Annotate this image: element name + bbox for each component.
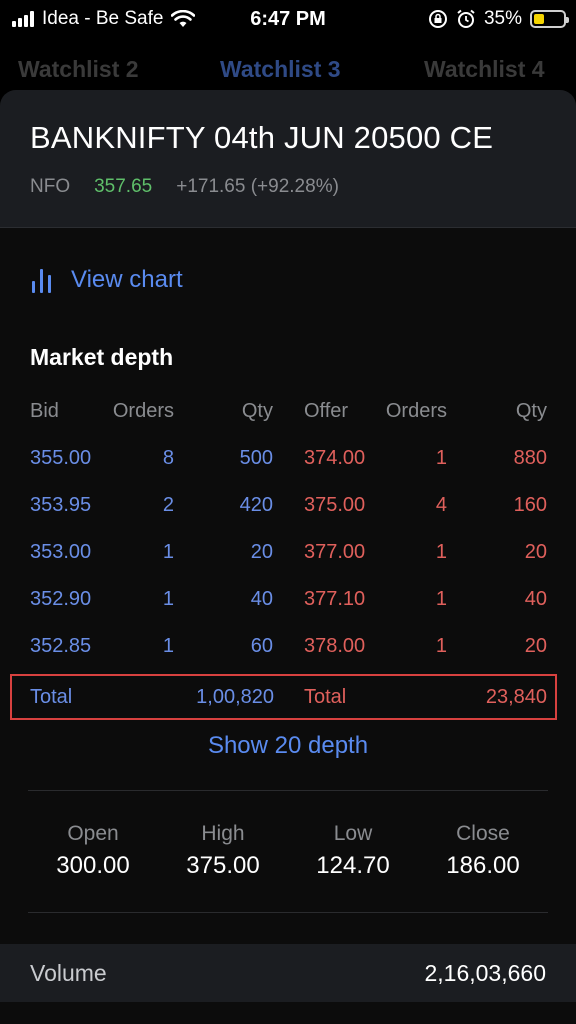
ohlc-close: Close 186.00 <box>418 822 548 880</box>
header-bid-orders: Orders <box>112 400 174 422</box>
volume-label: Volume <box>30 959 107 986</box>
total-bid-label: Total <box>30 686 73 708</box>
tab-watchlist-4[interactable]: Watchlist 4 <box>424 56 545 83</box>
exchange-label: NFO <box>30 176 71 197</box>
wifi-icon <box>171 10 196 27</box>
instrument-sheet: BANKNIFTY 04th JUN 20500 CE NFO 357.65 +… <box>0 90 576 1024</box>
ohlc-high: High 375.00 <box>158 822 288 880</box>
show-20-depth-button[interactable]: Show 20 depth <box>0 732 576 760</box>
header-offer: Offer <box>304 400 349 422</box>
open-label: Open <box>67 822 119 845</box>
bid-orders: 8 <box>162 447 174 469</box>
instrument-header: BANKNIFTY 04th JUN 20500 CE NFO 357.65 +… <box>0 90 576 228</box>
bid-qty: 20 <box>250 541 273 563</box>
bid-orders: 1 <box>162 635 174 657</box>
offer-qty: 20 <box>524 635 547 657</box>
volume-value: 2,16,03,660 <box>424 959 546 986</box>
bid-qty: 60 <box>250 635 273 657</box>
ohlc-open: Open 300.00 <box>28 822 158 880</box>
total-offer-qty: 23,840 <box>485 686 547 708</box>
app-screen: Idea - Be Safe 6:47 PM 35% Watchlist 2 W… <box>0 0 576 1024</box>
offer-price: 375.00 <box>304 494 366 516</box>
offer-qty: 880 <box>513 447 547 469</box>
alarm-icon <box>457 9 475 28</box>
total-bid-qty: 1,00,820 <box>196 686 274 708</box>
header-offer-orders: Orders <box>385 400 447 422</box>
tab-watchlist-2[interactable]: Watchlist 2 <box>18 56 139 83</box>
depth-total-row: Total 1,00,820 Total 23,840 <box>10 674 557 720</box>
bid-orders: 2 <box>162 494 174 516</box>
offer-price: 377.10 <box>304 588 366 610</box>
volume-row: Volume 2,16,03,660 <box>0 944 576 1002</box>
bid-qty: 420 <box>239 494 273 516</box>
last-price: 357.65 <box>94 176 153 197</box>
depth-row: 355.00 8 500 374.00 1 880 <box>0 437 576 484</box>
offer-price: 374.00 <box>304 447 366 469</box>
ohlc-summary: Open 300.00 High 375.00 Low 124.70 Close… <box>0 822 576 902</box>
bar-chart-icon <box>32 267 51 293</box>
status-right: 35% <box>428 8 569 30</box>
close-value: 186.00 <box>446 852 520 879</box>
bid-orders: 1 <box>162 541 174 563</box>
signal-icon <box>12 11 34 27</box>
ohlc-low: Low 124.70 <box>288 822 418 880</box>
header-bid-qty: Qty <box>241 400 273 422</box>
battery-percent: 35% <box>483 8 522 29</box>
bid-price: 352.90 <box>30 588 92 610</box>
instrument-quote: NFO 357.65 +171.65 (+92.28%) <box>30 176 339 198</box>
carrier-label: Idea - Be Safe <box>42 8 164 29</box>
bid-price: 355.00 <box>30 447 92 469</box>
bid-price: 353.95 <box>30 494 92 516</box>
status-bar: Idea - Be Safe 6:47 PM 35% <box>0 0 576 38</box>
total-offer-label: Total <box>304 686 347 708</box>
offer-qty: 20 <box>524 541 547 563</box>
offer-orders: 1 <box>435 447 447 469</box>
depth-row: 352.85 1 60 378.00 1 20 <box>0 625 576 672</box>
high-label: High <box>201 822 245 845</box>
tab-watchlist-3[interactable]: Watchlist 3 <box>220 56 341 83</box>
offer-qty: 40 <box>524 588 547 610</box>
view-chart-button[interactable]: View chart <box>32 266 183 294</box>
low-value: 124.70 <box>316 852 390 879</box>
depth-row: 353.00 1 20 377.00 1 20 <box>0 531 576 578</box>
market-depth-title: Market depth <box>30 344 174 370</box>
depth-header-row: Bid Orders Qty Offer Orders Qty <box>0 390 576 437</box>
header-offer-qty: Qty <box>515 400 547 422</box>
bid-orders: 1 <box>162 588 174 610</box>
divider <box>28 790 548 791</box>
header-bid: Bid <box>30 400 59 422</box>
instrument-name: BANKNIFTY 04th JUN 20500 CE <box>30 120 494 155</box>
low-label: Low <box>333 822 373 845</box>
view-chart-label: View chart <box>71 266 183 293</box>
offer-qty: 160 <box>513 494 547 516</box>
bid-qty: 500 <box>239 447 273 469</box>
divider <box>28 912 548 913</box>
offer-orders: 1 <box>435 541 447 563</box>
open-value: 300.00 <box>56 852 130 879</box>
depth-row: 352.90 1 40 377.10 1 40 <box>0 578 576 625</box>
close-label: Close <box>456 822 510 845</box>
bid-price: 352.85 <box>30 635 92 657</box>
price-change: +171.65 (+92.28%) <box>176 176 339 197</box>
battery-fill <box>534 14 544 24</box>
bid-price: 353.00 <box>30 541 92 563</box>
battery-icon <box>530 10 569 28</box>
offer-orders: 1 <box>435 635 447 657</box>
offer-orders: 4 <box>435 494 447 516</box>
rotation-lock-icon <box>428 10 447 28</box>
high-value: 375.00 <box>186 852 260 879</box>
offer-price: 377.00 <box>304 541 366 563</box>
market-depth-table: Bid Orders Qty Offer Orders Qty 355.00 8… <box>0 390 576 672</box>
bid-qty: 40 <box>250 588 273 610</box>
offer-price: 378.00 <box>304 635 366 657</box>
status-left: Idea - Be Safe <box>12 8 196 30</box>
depth-row: 353.95 2 420 375.00 4 160 <box>0 484 576 531</box>
offer-orders: 1 <box>435 588 447 610</box>
